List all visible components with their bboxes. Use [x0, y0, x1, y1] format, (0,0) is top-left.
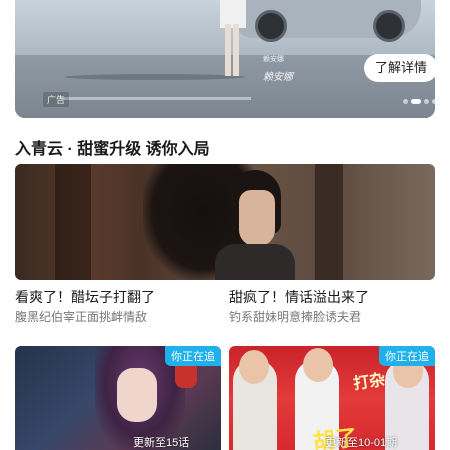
carousel-dot — [403, 99, 408, 104]
background-pillar — [55, 164, 91, 280]
car-image — [233, 0, 421, 42]
poster-text: 打杂 — [352, 371, 387, 394]
car-wheel — [255, 10, 287, 42]
actor-body — [215, 244, 295, 280]
learn-more-button[interactable]: 了解详情 — [364, 54, 435, 82]
show-card[interactable]: 打杂 胡了 你正在追 更新至10-01期 — [229, 346, 435, 450]
featured-item-subtitle[interactable]: 钓系甜妹明意捧脸诱夫君 — [229, 308, 361, 325]
featured-item-title[interactable]: 甜疯了！情话溢出来了 — [229, 287, 369, 307]
featured-video-thumbnail[interactable] — [15, 164, 435, 280]
car-wheel — [373, 10, 405, 42]
endorser-name: 赖安娜 — [263, 56, 284, 63]
carousel-dot — [432, 99, 435, 104]
episode-update-label: 更新至15话 — [133, 437, 190, 449]
endorser-signature: 赖安娜 — [263, 72, 293, 83]
watching-badge: 你正在追 — [165, 346, 221, 366]
carousel-dot — [424, 99, 429, 104]
carousel-dot-active — [411, 99, 421, 104]
episode-update-label: 更新至10-01期 — [325, 437, 398, 449]
featured-item-subtitle[interactable]: 腹黑纪伯宰正面挑衅情敌 — [15, 308, 147, 325]
guest-head — [239, 350, 269, 384]
section-title[interactable]: 入青云 · 甜蜜升级 诱你入局 — [15, 135, 210, 159]
show-card[interactable]: 你正在追 更新至15话 — [15, 346, 221, 450]
background-pillar — [315, 164, 343, 280]
carousel-indicator — [403, 99, 435, 104]
watching-badge: 你正在追 — [379, 346, 435, 366]
character-face — [117, 368, 157, 422]
banner-shadow — [65, 74, 245, 80]
endorser-legs — [225, 24, 239, 76]
featured-item-title[interactable]: 看爽了！醋坛子打翻了 — [15, 287, 155, 307]
actor-face — [239, 190, 275, 246]
guest-head — [303, 348, 333, 382]
ad-banner[interactable]: 赖安娜 赖安娜 广告 了解详情 — [15, 0, 435, 118]
ad-badge: 广告 — [43, 92, 70, 107]
endorser-figure — [220, 0, 246, 78]
ad-fine-print — [61, 97, 251, 100]
